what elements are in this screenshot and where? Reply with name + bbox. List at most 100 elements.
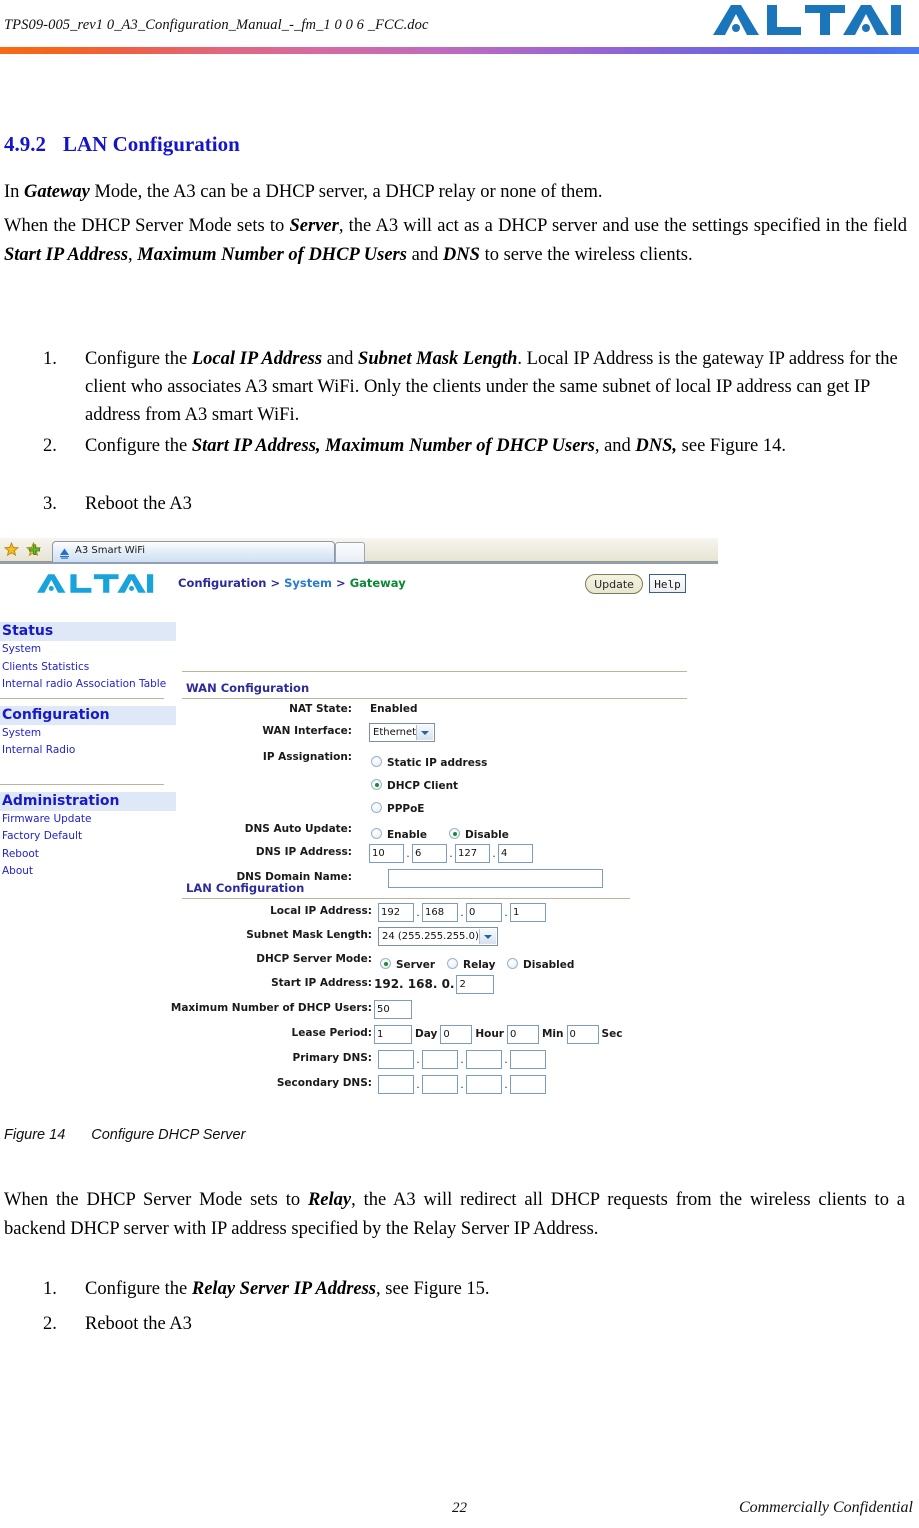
secondary-dns-octet-3[interactable] xyxy=(466,1075,502,1094)
figure-label: Figure 14 xyxy=(4,1127,66,1143)
lease-sec-unit: Sec xyxy=(601,1028,623,1040)
max-dhcp-users-input[interactable]: 50 xyxy=(374,1000,412,1019)
sidebar-item-clients-statistics[interactable]: Clients Statistics xyxy=(0,659,176,677)
sidebar-item-internal-radio[interactable]: Internal Radio xyxy=(0,742,176,760)
primary-dns-octet-2[interactable] xyxy=(422,1050,458,1069)
radio-pppoe[interactable]: PPPoE xyxy=(371,797,438,816)
radio-dhcp-mode-relay[interactable]: Relay xyxy=(447,953,509,972)
wan-interface-label: WAN Interface: xyxy=(262,725,352,737)
radio-icon xyxy=(447,958,458,969)
text-run: , and xyxy=(594,436,636,456)
primary-dns-octet-4[interactable] xyxy=(510,1050,546,1069)
dns-ip-octet-4[interactable]: 4 xyxy=(498,844,533,863)
radio-label: Static IP address xyxy=(387,757,488,769)
dns-ip-octet-3[interactable]: 127 xyxy=(455,844,490,863)
secondary-dns-octet-1[interactable] xyxy=(378,1075,414,1094)
local-ip-octet-4[interactable]: 1 xyxy=(510,903,546,922)
field-row-primary-dns: Primary DNS: ... xyxy=(182,1050,718,1072)
sidebar-item-reboot[interactable]: Reboot xyxy=(0,846,176,864)
emphasis-start-ip: Start IP Address xyxy=(4,245,129,265)
browser-toolbar: A3 Smart WiFi xyxy=(0,538,718,562)
subnet-mask-length-select[interactable]: 24 (255.255.255.0) xyxy=(378,927,498,946)
paragraph-server-mode: When the DHCP Server Mode sets to Server… xyxy=(4,212,907,270)
lease-day-input[interactable]: 1 xyxy=(374,1025,412,1044)
secondary-dns-octet-2[interactable] xyxy=(422,1075,458,1094)
paragraph-gateway-mode: In Gateway Mode, the A3 can be a DHCP se… xyxy=(4,178,904,207)
radio-dhcp-mode-disabled[interactable]: Disabled xyxy=(507,953,588,972)
local-ip-octet-2[interactable]: 168 xyxy=(422,903,458,922)
local-ip-octet-3[interactable]: 0 xyxy=(466,903,502,922)
help-button[interactable]: Help xyxy=(649,574,686,593)
sidebar-item-about[interactable]: About xyxy=(0,863,176,881)
header-gradient-rule xyxy=(0,47,919,54)
breadcrumb-item-gateway[interactable]: Gateway xyxy=(350,576,406,590)
radio-static-ip-address[interactable]: Static IP address xyxy=(371,751,501,770)
max-dhcp-users-label: Maximum Number of DHCP Users: xyxy=(170,1002,372,1014)
sidebar-group-administration: Administration xyxy=(0,791,176,811)
subnet-mask-length-label: Subnet Mask Length: xyxy=(246,929,372,941)
dns-ip-octet-1[interactable]: 10 xyxy=(369,844,404,863)
secondary-dns-octet-4[interactable] xyxy=(510,1075,546,1094)
octet-separator: . xyxy=(504,1053,508,1066)
radio-dns-auto-enable[interactable]: Enable xyxy=(371,823,441,842)
start-ip-last-octet[interactable]: 2 xyxy=(456,975,495,994)
radio-dns-auto-disable[interactable]: Disable xyxy=(449,823,523,842)
update-button[interactable]: Update xyxy=(585,574,643,594)
sidebar-item-system[interactable]: System xyxy=(0,641,176,659)
field-row-subnet-mask-length: Subnet Mask Length: 24 (255.255.255.0) xyxy=(182,927,718,949)
list-item-text: Configure the Local IP Address and Subne… xyxy=(85,345,898,429)
dns-ip-octet-2[interactable]: 6 xyxy=(412,844,447,863)
list-item: 1. Configure the Relay Server IP Address… xyxy=(43,1275,898,1303)
list-item: 2. Reboot the A3 xyxy=(43,1310,898,1338)
field-row-ip-assignation-dhcp: DHCP Client xyxy=(182,772,718,794)
lease-min-input[interactable]: 0 xyxy=(506,1025,539,1044)
add-favorite-star-icon[interactable] xyxy=(25,541,42,557)
field-row-dhcp-server-mode: DHCP Server Mode: Server Relay Disabled xyxy=(182,951,718,973)
sidebar-item-config-system[interactable]: System xyxy=(0,725,176,743)
radio-dhcp-client[interactable]: DHCP Client xyxy=(371,774,472,793)
breadcrumb-separator-icon: > xyxy=(270,576,281,590)
list-item-text: Reboot the A3 xyxy=(85,1314,192,1334)
sidebar-item-firmware-update[interactable]: Firmware Update xyxy=(0,811,176,829)
start-ip-address-label: Start IP Address: xyxy=(271,977,372,989)
breadcrumb-item-system[interactable]: System xyxy=(284,576,332,590)
primary-dns-octet-1[interactable] xyxy=(378,1050,414,1069)
dns-auto-update-label: DNS Auto Update: xyxy=(244,823,352,835)
favorites-star-icon[interactable] xyxy=(3,541,20,557)
breadcrumb-item-configuration[interactable]: Configuration xyxy=(178,576,266,590)
footer-confidentiality-notice: Commercially Confidential xyxy=(738,1499,913,1516)
local-ip-octet-1[interactable]: 192 xyxy=(378,903,414,922)
field-row-secondary-dns: Secondary DNS: ... xyxy=(182,1075,718,1097)
emphasis-dns: DNS xyxy=(442,245,480,265)
sidebar-divider xyxy=(0,783,164,785)
field-row-ip-assignation-pppoe: PPPoE xyxy=(182,795,718,817)
radio-icon xyxy=(371,828,382,839)
octet-separator: . xyxy=(416,1053,420,1066)
radio-label: Disable xyxy=(465,829,509,841)
dns-domain-name-input[interactable] xyxy=(388,869,603,888)
new-tab-button[interactable] xyxy=(335,542,365,562)
list-item-number: 3. xyxy=(43,494,57,514)
text-run: and xyxy=(322,349,359,369)
page-number: 22 xyxy=(452,1500,467,1516)
lease-sec-input[interactable]: 0 xyxy=(566,1025,599,1044)
text-run: Configure the xyxy=(85,436,192,456)
octet-separator: . xyxy=(504,906,508,919)
list-item: 1. Configure the Local IP Address and Su… xyxy=(43,345,898,429)
field-row-dns-ip-address: DNS IP Address: 10. 6. 127. 4 xyxy=(182,844,718,866)
field-row-dns-auto-update: DNS Auto Update: Enable Disable xyxy=(182,821,718,843)
wan-interface-select[interactable]: Ethernet xyxy=(369,723,435,742)
primary-dns-octet-3[interactable] xyxy=(466,1050,502,1069)
altai-logo xyxy=(711,3,901,37)
browser-tab-a3-smart-wifi[interactable]: A3 Smart WiFi xyxy=(52,541,335,562)
sidebar-item-factory-default[interactable]: Factory Default xyxy=(0,828,176,846)
field-row-ip-assignation: IP Assignation: Static IP address xyxy=(182,749,718,771)
lease-hour-unit: Hour xyxy=(475,1028,504,1040)
emphasis-start-ip-max-users: Start IP Address, Maximum Number of DHCP… xyxy=(191,436,595,456)
sidebar-item-internal-radio-association-table[interactable]: Internal radio Association Table xyxy=(0,676,176,694)
radio-dhcp-mode-server[interactable]: Server xyxy=(380,953,449,972)
lease-hour-input[interactable]: 0 xyxy=(440,1025,473,1044)
radio-icon xyxy=(449,828,460,839)
lease-min-unit: Min xyxy=(541,1028,564,1040)
text-run: to serve the wireless clients. xyxy=(479,245,693,265)
